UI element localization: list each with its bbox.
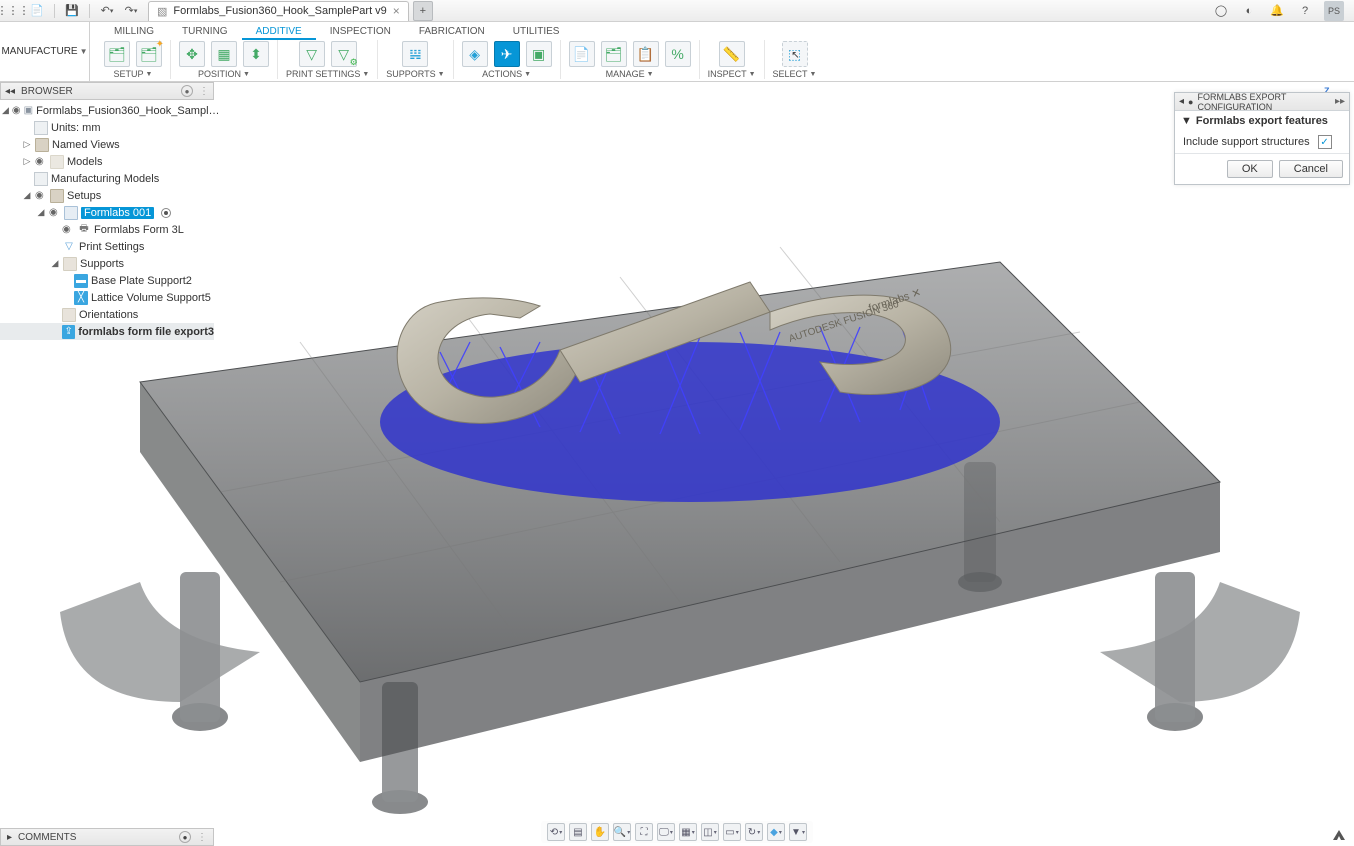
tree-models[interactable]: ▷◉Models [0, 153, 214, 170]
extensions-icon[interactable]: ◯ [1212, 2, 1230, 20]
orbit-icon[interactable]: ⟲▾ [547, 823, 565, 841]
close-tab-icon[interactable]: × [393, 4, 400, 18]
panel-pin-icon[interactable]: ▸▸ [1335, 96, 1345, 107]
comments-options-icon[interactable]: ● [179, 831, 191, 843]
tree-units[interactable]: Units: mm [0, 119, 214, 136]
look-at-icon[interactable]: ▤ [569, 823, 587, 841]
file-tab[interactable]: ▧ Formlabs_Fusion360_Hook_SamplePart v9 … [148, 1, 409, 21]
tree-named-views[interactable]: ▷Named Views [0, 136, 214, 153]
select-icon[interactable]: ⬚↖ [782, 41, 808, 67]
panel-back-icon[interactable]: ◂ [1179, 96, 1184, 107]
tab-milling[interactable]: MILLING [100, 23, 168, 40]
actions-label: ACTIONS [482, 69, 522, 79]
arrange-icon[interactable]: ▦ [211, 41, 237, 67]
workspace-picker[interactable]: MANUFACTURE ▼ [0, 22, 90, 81]
tab-turning[interactable]: TURNING [168, 23, 242, 40]
nc-program-icon[interactable]: 📄 [569, 41, 595, 67]
print-settings-icon[interactable]: ▽ [299, 41, 325, 67]
job-status-icon[interactable]: ◐ [1240, 2, 1258, 20]
manage-label: MANAGE [606, 69, 645, 79]
supports-label: SUPPORTS [386, 69, 435, 79]
move-icon[interactable]: ✥ [179, 41, 205, 67]
file-icon: ▧ [157, 5, 167, 18]
tab-inspection[interactable]: INSPECTION [316, 23, 405, 40]
tree-root[interactable]: ◢◉▣ Formlabs_Fusion360_Hook_Sampl… [0, 102, 214, 119]
select-label: SELECT [773, 69, 808, 79]
redo-icon[interactable]: ↷▾ [122, 2, 140, 20]
help-icon[interactable]: ? [1296, 2, 1314, 20]
inspect-label: INSPECT [708, 69, 747, 79]
zoom-icon[interactable]: 🔍▾ [613, 823, 631, 841]
export-config-panel: ◂ ● FORMLABS EXPORT CONFIGURATION ▸▸ ▼ F… [1174, 92, 1350, 185]
generate-icon[interactable]: ◈ [462, 41, 488, 67]
include-supports-label: Include support structures [1183, 136, 1310, 148]
browser-title: BROWSER [21, 86, 73, 97]
panel-title: FORMLABS EXPORT CONFIGURATION [1197, 92, 1330, 112]
comments-grip-icon[interactable]: ⋮ [197, 832, 207, 843]
task-manager-icon[interactable]: 📋 [633, 41, 659, 67]
active-setup-radio[interactable] [161, 208, 171, 218]
include-supports-checkbox[interactable]: ✓ [1318, 135, 1332, 149]
tree-orientations[interactable]: Orientations [0, 306, 214, 323]
effects-icon[interactable]: ◆▾ [767, 823, 785, 841]
viewport-icon[interactable]: ◫▾ [701, 823, 719, 841]
display-settings-icon[interactable]: 🖵▾ [657, 823, 675, 841]
orient-icon[interactable]: ⬍ [243, 41, 269, 67]
undo-icon[interactable]: ↶▾ [98, 2, 116, 20]
measure-icon[interactable]: 📏 [719, 41, 745, 67]
fit-icon[interactable]: ⛶ [635, 823, 653, 841]
ok-button[interactable]: OK [1227, 160, 1273, 178]
comments-expand-icon[interactable]: ▸ [7, 832, 12, 843]
refresh-icon[interactable]: ↻▾ [745, 823, 763, 841]
browser-options-icon[interactable]: ● [181, 85, 193, 97]
autodesk-logo-icon [1332, 828, 1346, 842]
browser-collapse-icon[interactable]: ◂◂ [5, 86, 15, 97]
print-settings-edit-icon[interactable]: ▽⚙ [331, 41, 357, 67]
filter-icon[interactable]: ▼▾ [789, 823, 807, 841]
tree-supports-folder[interactable]: ◢Supports [0, 255, 214, 272]
user-avatar[interactable]: PS [1324, 1, 1344, 21]
tab-fabrication[interactable]: FABRICATION [405, 23, 499, 40]
supports-icon[interactable]: 𝍏 [402, 41, 428, 67]
simulate-icon[interactable]: ▣ [526, 41, 552, 67]
file-title: Formlabs_Fusion360_Hook_SamplePart v9 [173, 5, 386, 17]
grid-icon[interactable]: ▦▾ [679, 823, 697, 841]
cancel-button[interactable]: Cancel [1279, 160, 1343, 178]
chevron-down-icon: ▼ [80, 47, 88, 56]
percent-icon[interactable]: % [665, 41, 691, 67]
section-title: Formlabs export features [1196, 115, 1328, 127]
tree-print-settings[interactable]: ▽Print Settings [0, 238, 214, 255]
new-setup-icon[interactable]: 🗂✦ [136, 41, 162, 67]
setup-label: SETUP [114, 69, 144, 79]
tab-utilities[interactable]: UTILITIES [499, 23, 574, 40]
tree-mfg-models[interactable]: Manufacturing Models [0, 170, 214, 187]
notifications-icon[interactable]: 🔔 [1268, 2, 1286, 20]
tree-base-plate[interactable]: ▬Base Plate Support2 [0, 272, 214, 289]
export-icon[interactable]: ✈ [494, 41, 520, 67]
tab-additive[interactable]: ADDITIVE [242, 23, 316, 40]
add-tab-button[interactable]: + [413, 1, 433, 21]
tree-lattice[interactable]: ╳Lattice Volume Support5 [0, 289, 214, 306]
tree-machine[interactable]: ◉🖶Formlabs Form 3L [0, 221, 214, 238]
tree-export-item[interactable]: ⇪formlabs form file export3 [0, 323, 214, 340]
tree-setup-formlabs[interactable]: ◢◉ Formlabs 001 [0, 204, 214, 221]
tool-library-icon[interactable]: 🗂 [601, 41, 627, 67]
browser-grip-icon[interactable]: ⋮ [199, 86, 209, 97]
app-grid-icon[interactable]: ⋮⋮⋮ [4, 2, 22, 20]
setup-icon[interactable]: 🗂 [104, 41, 130, 67]
snap-icon[interactable]: ▭▾ [723, 823, 741, 841]
tree-setups[interactable]: ◢◉Setups [0, 187, 214, 204]
print-settings-label: PRINT SETTINGS [286, 69, 360, 79]
pan-icon[interactable]: ✋ [591, 823, 609, 841]
section-caret-icon[interactable]: ▼ [1181, 115, 1192, 127]
position-label: POSITION [198, 69, 241, 79]
workspace-label: MANUFACTURE [1, 46, 77, 57]
comments-title: COMMENTS [18, 832, 76, 843]
new-file-icon[interactable]: 📄 [28, 2, 46, 20]
save-icon[interactable]: 💾 [63, 2, 81, 20]
nav-toolbar: ⟲▾ ▤ ✋ 🔍▾ ⛶ 🖵▾ ▦▾ ◫▾ ▭▾ ↻▾ ◆▾ ▼▾ [541, 821, 813, 843]
